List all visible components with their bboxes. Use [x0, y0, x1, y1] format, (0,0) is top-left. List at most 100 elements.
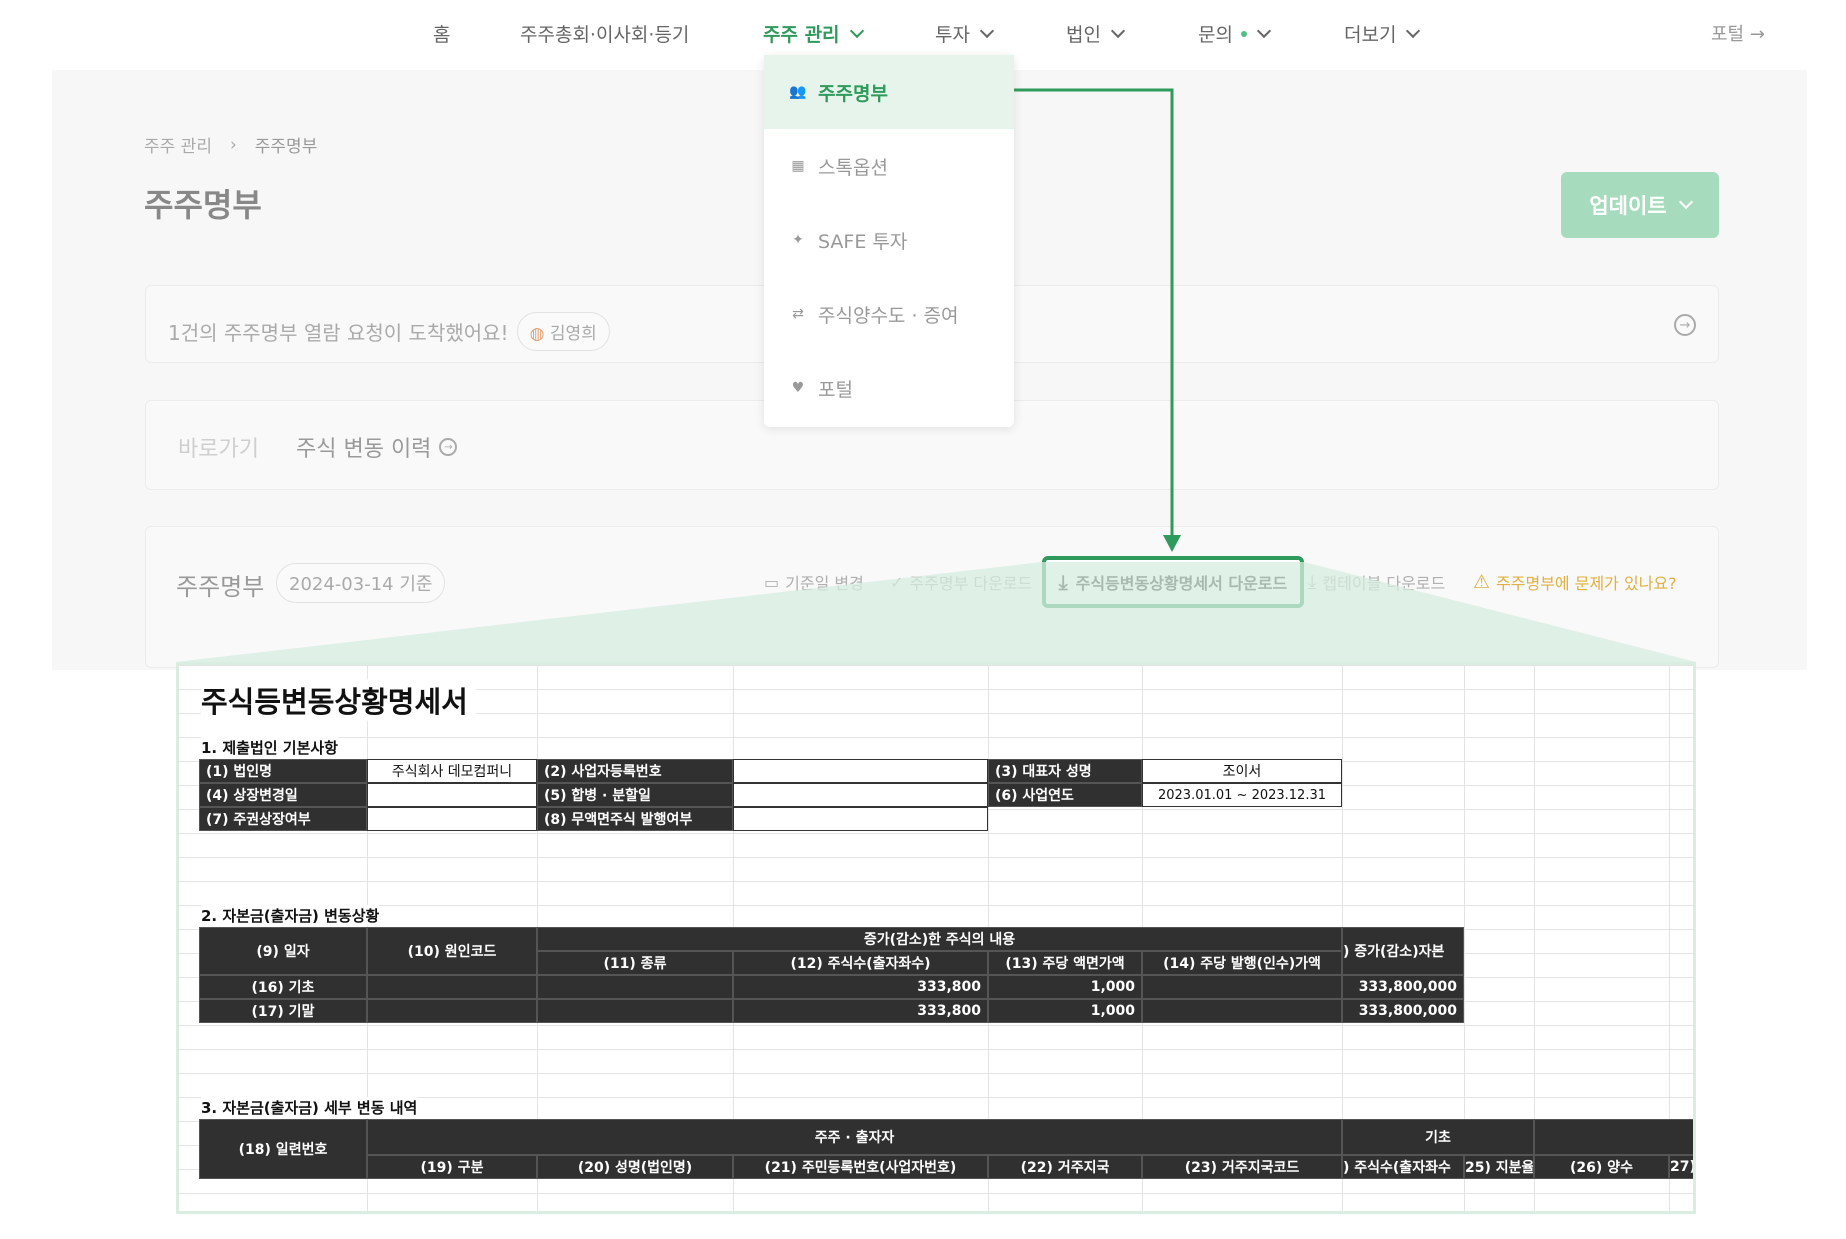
header-holder-group: 주주 · 출자자 — [367, 1119, 1342, 1155]
chevron-down-icon — [1678, 194, 1693, 210]
statement-preview: 주식등변동상황명세서 1. 제출법인 기본사항 (1) 법인명 주식회사 데모컴… — [176, 662, 1696, 1214]
label-corp-name: (1) 법인명 — [199, 759, 367, 783]
section-2-title: 2. 자본금(출자금) 변동상황 — [201, 905, 380, 926]
report-issue-link[interactable]: ⚠ 주주명부에 문제가 있나요? — [1473, 570, 1677, 594]
value-listed — [367, 807, 537, 831]
heart-icon: ♥ — [791, 380, 805, 396]
warning-icon: ⚠ — [1473, 571, 1491, 593]
row-base-shares: 333,800 — [733, 975, 988, 999]
menu-item-shareholder-register[interactable]: 👥 주주명부 — [764, 55, 1014, 129]
header-cause-code: (10) 원인코드 — [367, 927, 537, 975]
row-base-capital: 333,800,000 — [1342, 975, 1464, 999]
menu-item-transfer[interactable]: ⇄ 주식양수도 · 증여 — [764, 277, 1014, 351]
label-listed: (7) 주권상장여부 — [199, 807, 367, 831]
header-name: (20) 성명(법인명) — [537, 1155, 733, 1179]
nav-inquiry[interactable]: 문의 — [1198, 20, 1272, 47]
header-type: (19) 구분 — [367, 1155, 537, 1179]
label-fiscal-year: (6) 사업연도 — [988, 783, 1142, 807]
chevron-down-icon — [849, 23, 864, 38]
row-end-shares: 333,800 — [733, 999, 988, 1023]
nav-investment[interactable]: 투자 — [935, 20, 995, 47]
header-date: (9) 일자 — [199, 927, 367, 975]
breadcrumb-current: 주주명부 — [254, 137, 318, 157]
label-ceo: (3) 대표자 성명 — [988, 759, 1142, 783]
value-corp-name: 주식회사 데모컴퍼니 — [367, 759, 537, 783]
header-base-shares: ) 주식수(출자좌수 — [1342, 1155, 1464, 1179]
breadcrumb: 주주 관리 › 주주명부 — [144, 132, 318, 158]
download-icon: ⤓ — [1058, 570, 1068, 594]
value-listing-change — [367, 783, 537, 807]
nav-home[interactable]: 홈 — [433, 20, 450, 47]
section-1-title: 1. 제출법인 기본사항 — [201, 737, 338, 758]
check-icon: ✓ — [890, 572, 904, 592]
transfer-icon: ⇄ — [792, 306, 804, 322]
register-card: 주주명부 2024-03-14 기준 — [145, 526, 1719, 668]
download-statement-button[interactable]: ⤓ 주식등변동상황명세서 다운로드 — [1042, 556, 1304, 608]
download-register-button[interactable]: ✓ 주주명부 다운로드 — [890, 570, 1032, 594]
value-ceo: 조이서 — [1142, 759, 1342, 783]
arrow-right-circle-icon[interactable]: → — [1674, 314, 1696, 336]
nav-meetings[interactable]: 주주총회·이사회·등기 — [520, 20, 689, 47]
change-date-button[interactable]: ▭ 기준일 변경 — [764, 570, 864, 594]
register-title: 주주명부 — [176, 573, 265, 601]
calendar-icon: ▭ — [764, 572, 780, 592]
nav-more[interactable]: 더보기 — [1344, 20, 1421, 47]
header-country-code: (23) 거주지국코드 — [1142, 1155, 1342, 1179]
header-27: 27) — [1669, 1155, 1693, 1179]
notification-dot-icon — [1240, 30, 1247, 37]
users-icon: 👥 — [789, 84, 807, 100]
value-biz-no — [733, 759, 988, 783]
notice-text: 1건의 주주명부 열람 요청이 도착했어요! — [168, 321, 509, 345]
arrow-right-circle-icon: → — [439, 438, 458, 456]
shortcut-label: 바로가기 — [178, 437, 259, 462]
row-end-label: (17) 기말 — [199, 999, 367, 1023]
header-kind: (11) 종류 — [537, 951, 733, 975]
chevron-down-icon — [1110, 23, 1126, 38]
gift-icon: ▦ — [791, 158, 805, 174]
header-country: (22) 거주지국 — [988, 1155, 1142, 1179]
nav-corporation[interactable]: 법인 — [1066, 20, 1126, 47]
download-icon: ⤓ — [1308, 571, 1317, 593]
header-ratio: 25) 지분율 — [1464, 1155, 1534, 1179]
header-capital-change: ) 증가(감소)자본 — [1342, 927, 1464, 975]
section-3-title: 3. 자본금(출자금) 세부 변동 내역 — [201, 1097, 418, 1118]
menu-item-portal[interactable]: ♥ 포털 — [764, 351, 1014, 425]
page-title: 주주명부 — [144, 186, 262, 224]
header-base-group: 기초 — [1342, 1119, 1534, 1155]
requester-badge: ◍ 김영희 — [516, 312, 610, 351]
nav-portal-link[interactable]: 포털 → — [1711, 20, 1765, 46]
value-merger — [733, 783, 988, 807]
row-base-label: (16) 기초 — [199, 975, 367, 999]
row-end-capital: 333,800,000 — [1342, 999, 1464, 1023]
value-fiscal-year: 2023.01.01 ~ 2023.12.31 — [1142, 783, 1342, 807]
chevron-down-icon — [1256, 23, 1272, 38]
nav-shareholder-management[interactable]: 주주 관리 — [763, 20, 864, 47]
header-change-group: 증가(감소)한 주식의 내용 — [537, 927, 1342, 951]
header-issue-price: (14) 주당 발행(인수)가액 — [1142, 951, 1342, 975]
update-button[interactable]: 업데이트 — [1561, 172, 1719, 238]
row-base-par: 1,000 — [988, 975, 1142, 999]
menu-item-stock-option[interactable]: ▦ 스톡옵션 — [764, 129, 1014, 203]
header-serial: (18) 일련번호 — [199, 1119, 367, 1179]
header-id-number: (21) 주민등록번호(사업자번호) — [733, 1155, 988, 1179]
stock-history-link[interactable]: 주식 변동 이력 → — [296, 431, 458, 463]
label-no-par: (8) 무액면주식 발행여부 — [537, 807, 733, 831]
row-end-par: 1,000 — [988, 999, 1142, 1023]
shareholder-dropdown-menu: 👥 주주명부 ▦ 스톡옵션 ✦ SAFE 투자 ⇄ 주식양수도 · 증여 ♥ 포털 — [764, 55, 1014, 427]
date-badge: 2024-03-14 기준 — [276, 563, 446, 603]
label-merger: (5) 합병 · 분할일 — [537, 783, 733, 807]
label-listing-change: (4) 상장변경일 — [199, 783, 367, 807]
sheet-title: 주식등변동상황명세서 — [201, 679, 476, 721]
chevron-down-icon — [1406, 23, 1421, 38]
header-transfer: (26) 양수 — [1534, 1155, 1669, 1179]
menu-item-safe[interactable]: ✦ SAFE 투자 — [764, 203, 1014, 277]
breadcrumb-parent[interactable]: 주주 관리 — [144, 132, 212, 157]
download-captable-button[interactable]: ⤓ 캡테이블 다운로드 — [1308, 570, 1445, 594]
header-shares: (12) 주식수(출자좌수) — [733, 951, 988, 975]
sparkle-icon: ✦ — [792, 232, 804, 248]
label-biz-no: (2) 사업자등록번호 — [537, 759, 733, 783]
value-no-par — [733, 807, 988, 831]
user-avatar-icon: ◍ — [529, 324, 545, 344]
breadcrumb-separator: › — [229, 134, 237, 155]
header-par-value: (13) 주당 액면가액 — [988, 951, 1142, 975]
